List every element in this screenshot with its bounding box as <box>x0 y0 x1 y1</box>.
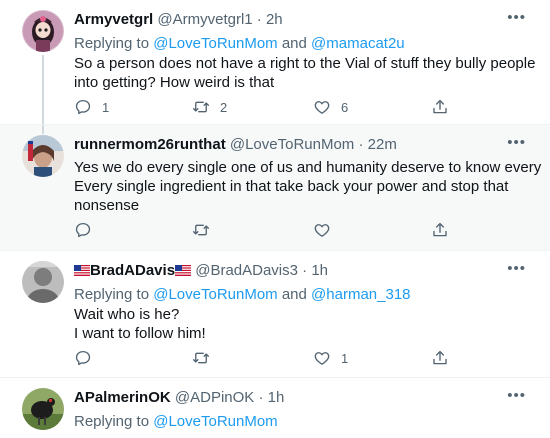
retweet-count: 2 <box>220 99 228 115</box>
replying-to: Replying to @LoveToRunMom and @harman_31… <box>74 285 411 305</box>
timestamp[interactable]: 1h <box>311 262 328 279</box>
tweet-text-line: Every single ingredient in that take bac… <box>74 178 509 195</box>
like-icon <box>313 349 331 367</box>
retweet-button[interactable] <box>192 348 220 368</box>
avatar-armyvetgrl[interactable] <box>22 10 64 52</box>
tweet-text-line: So a person does not have a right to the… <box>74 55 536 72</box>
tweet-header: runnermom26runthat @LoveToRunMom · 22m <box>74 136 397 154</box>
replying-to-joiner: and <box>277 35 312 52</box>
tweet-apalmerinok[interactable]: APalmerinOK @ADPinOK · 1h ••• Replying t… <box>0 378 550 438</box>
separator-dot: · <box>302 262 308 279</box>
share-icon <box>431 98 449 116</box>
tweet-header: Armyvetgrl @Armyvetgrl1 · 2h <box>74 11 283 29</box>
reply-button[interactable] <box>74 220 102 240</box>
tweet-text: So a person does not have a right to the… <box>74 54 536 92</box>
tweet-text-line: I want to follow him! <box>74 325 206 342</box>
reply-button[interactable]: 1 <box>74 97 109 117</box>
share-button[interactable] <box>431 220 449 240</box>
more-options-icon[interactable]: ••• <box>507 260 526 277</box>
share-icon <box>431 221 449 239</box>
reply-icon <box>74 221 92 239</box>
reply-icon <box>74 349 92 367</box>
avatar-runnermom26runthat[interactable] <box>22 135 64 177</box>
tweet-armyvetgrl[interactable]: Armyvetgrl @Armyvetgrl1 · 2h ••• Replyin… <box>0 0 550 124</box>
separator-dot: · <box>258 389 264 406</box>
tweet-text: Yes we do every single one of us and hum… <box>74 158 542 215</box>
user-handle[interactable]: @ADPinOK <box>175 389 254 406</box>
replying-to-label: Replying to <box>74 35 154 52</box>
more-options-icon[interactable]: ••• <box>507 134 526 151</box>
retweet-icon <box>192 221 210 239</box>
mention-link[interactable]: @harman_318 <box>311 286 410 303</box>
replying-to-label: Replying to <box>74 413 154 430</box>
mention-link[interactable]: @LoveToRunMom <box>153 35 277 52</box>
retweet-icon <box>192 349 210 367</box>
share-button[interactable] <box>431 348 449 368</box>
replying-to-joiner: and <box>277 286 312 303</box>
like-button[interactable] <box>313 220 341 240</box>
tweet-text-line: Yes we do every single one of us and hum… <box>74 159 542 176</box>
tweet-text: Wait who is he? I want to follow him! <box>74 305 519 343</box>
display-name[interactable]: BradADavis <box>90 262 175 279</box>
reply-button[interactable] <box>74 348 102 368</box>
reply-icon <box>74 98 92 116</box>
separator-dot: · <box>358 136 364 153</box>
retweet-button[interactable] <box>192 220 220 240</box>
us-flag-icon <box>175 265 191 276</box>
like-count: 6 <box>341 99 349 115</box>
tweet-runnermom26runthat[interactable]: runnermom26runthat @LoveToRunMom · 22m •… <box>0 125 550 250</box>
avatar-apalmerinok[interactable] <box>22 388 64 430</box>
timestamp[interactable]: 22m <box>368 136 397 153</box>
user-handle[interactable]: @Armyvetgrl1 <box>157 11 252 28</box>
display-name[interactable]: APalmerinOK <box>74 389 171 406</box>
user-handle[interactable]: @BradADavis3 <box>195 262 298 279</box>
like-count: 1 <box>341 350 349 366</box>
mention-link[interactable]: @LoveToRunMom <box>153 413 277 430</box>
timestamp[interactable]: 1h <box>268 389 285 406</box>
retweet-icon <box>192 98 210 116</box>
tweet-text-line: into getting? How weird is that <box>74 74 275 91</box>
tweet-text-line: nonsense <box>74 197 140 214</box>
like-button[interactable]: 6 <box>313 97 348 117</box>
tweet-header: BradADavis @BradADavis3 · 1h <box>74 262 328 280</box>
separator-dot: · <box>256 11 262 28</box>
tweet-actions: 1 2 6 <box>74 97 454 117</box>
retweet-button[interactable]: 2 <box>192 97 227 117</box>
replying-to-label: Replying to <box>74 286 154 303</box>
tweet-actions: 1 <box>74 348 454 368</box>
tweet-actions <box>74 220 454 240</box>
tweet-header: APalmerinOK @ADPinOK · 1h <box>74 389 284 407</box>
share-icon <box>431 349 449 367</box>
more-options-icon[interactable]: ••• <box>507 9 526 26</box>
display-name[interactable]: Armyvetgrl <box>74 11 153 28</box>
reply-count: 1 <box>102 99 110 115</box>
like-icon <box>313 98 331 116</box>
tweet-text-line: Wait who is he? <box>74 306 180 323</box>
mention-link[interactable]: @mamacat2u <box>311 35 405 52</box>
like-button[interactable]: 1 <box>313 348 348 368</box>
replying-to: Replying to @LoveToRunMom <box>74 412 278 432</box>
avatar-bradadavis[interactable] <box>22 261 64 303</box>
display-name[interactable]: runnermom26runthat <box>74 136 226 153</box>
thread-line <box>42 125 44 134</box>
thread-line <box>42 55 44 124</box>
like-icon <box>313 221 331 239</box>
mention-link[interactable]: @LoveToRunMom <box>153 286 277 303</box>
more-options-icon[interactable]: ••• <box>507 387 526 404</box>
replying-to: Replying to @LoveToRunMom and @mamacat2u <box>74 34 405 54</box>
us-flag-icon <box>74 265 90 276</box>
user-handle[interactable]: @LoveToRunMom <box>230 136 354 153</box>
tweet-bradadavis[interactable]: BradADavis @BradADavis3 · 1h ••• Replyin… <box>0 251 550 377</box>
timestamp[interactable]: 2h <box>266 11 283 28</box>
share-button[interactable] <box>431 97 449 117</box>
